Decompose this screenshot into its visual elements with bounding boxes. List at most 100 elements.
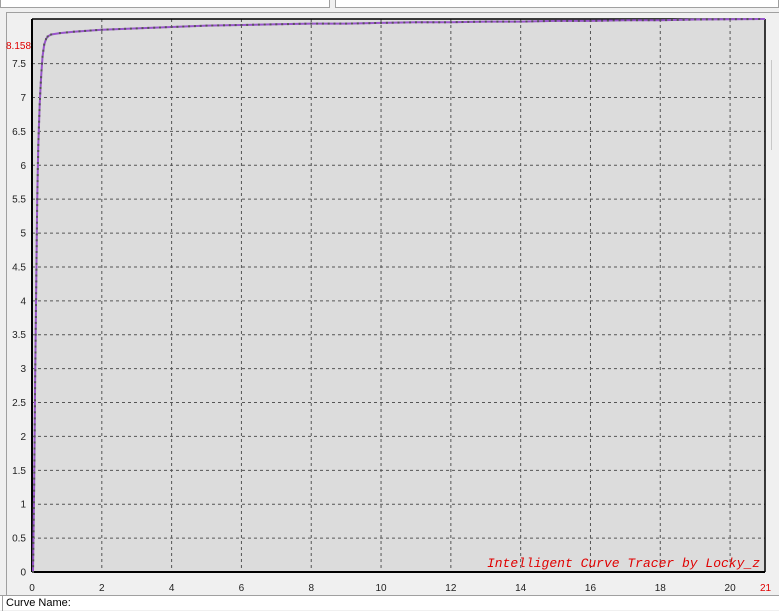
curve-point xyxy=(723,18,726,21)
curve-point xyxy=(37,132,40,135)
curve-point xyxy=(35,251,38,253)
y-tick-label: 1.5 xyxy=(12,466,26,477)
curve-point xyxy=(374,22,377,24)
curve-point xyxy=(36,192,39,195)
curve-point xyxy=(583,19,586,22)
x-tick-label: 6 xyxy=(239,583,245,594)
curve-point xyxy=(641,19,644,22)
curve-point xyxy=(58,32,61,35)
curve-point xyxy=(188,25,191,28)
curve-point xyxy=(32,501,35,504)
curve-point xyxy=(554,19,557,22)
curve-point xyxy=(665,19,668,22)
curve-point xyxy=(34,363,37,366)
curve-point xyxy=(548,20,551,22)
plot-area[interactable] xyxy=(32,19,765,572)
curve-point xyxy=(484,20,487,23)
y-tick-label: 5.5 xyxy=(12,195,26,206)
curve-point xyxy=(112,28,115,31)
curve-point xyxy=(333,22,336,25)
curve-point xyxy=(688,18,691,21)
curve-point xyxy=(327,22,330,25)
curve-point xyxy=(43,43,46,46)
curve-point xyxy=(502,20,505,23)
curve-point xyxy=(78,30,81,33)
curve-point xyxy=(595,19,598,22)
curve-point xyxy=(33,489,36,492)
curve-point xyxy=(694,18,697,21)
status-bar: Curve Name: xyxy=(0,595,779,611)
curve-point xyxy=(711,18,714,21)
x-tick-label: 0 xyxy=(29,583,35,594)
curve-point xyxy=(38,120,41,123)
curve-point xyxy=(368,22,371,25)
x-tick-label: 12 xyxy=(445,583,457,594)
curve-point xyxy=(612,19,615,22)
curve-point xyxy=(420,21,423,24)
curve-point xyxy=(135,27,138,30)
curve-point xyxy=(141,27,144,30)
curve-point xyxy=(601,19,604,22)
curve-point xyxy=(35,245,38,248)
curve-point xyxy=(513,20,516,23)
x-tick-label: 14 xyxy=(515,583,527,594)
curve-point xyxy=(717,18,720,21)
curve-point xyxy=(32,559,35,562)
curve-point xyxy=(34,357,37,360)
y-tick-label: 2 xyxy=(20,432,26,443)
curve-point xyxy=(275,23,278,26)
curve-point xyxy=(39,97,41,100)
curve-point xyxy=(35,268,38,271)
curve-point xyxy=(223,24,225,27)
curve-point xyxy=(35,262,38,265)
curve-point xyxy=(432,21,435,24)
curve-point xyxy=(705,18,708,21)
curve-point xyxy=(35,292,38,295)
curve-point xyxy=(36,180,39,183)
curve-point xyxy=(37,150,40,152)
curve-point xyxy=(752,18,755,21)
curve-point xyxy=(467,20,470,23)
status-separator xyxy=(2,596,3,611)
curve-point xyxy=(316,22,319,25)
curve-point xyxy=(653,19,656,22)
curve-point xyxy=(542,20,545,23)
curve-point xyxy=(630,19,633,22)
curve-point xyxy=(34,351,37,354)
curve-point xyxy=(34,327,37,330)
curve-point xyxy=(351,22,353,25)
y-tick-label: 7 xyxy=(20,93,26,104)
curve-point xyxy=(304,22,307,25)
curve-point xyxy=(34,345,37,348)
curve-point xyxy=(345,22,348,25)
curve-plot[interactable]: 0 2 4 6 8 10 12 14 16 18 20 0 0.5 1 1.5 2 2.5 3 3.5 4 4.5 5 5… xyxy=(0,0,779,595)
curve-point xyxy=(39,81,42,84)
y-tick-labels: 0 0.5 1 1.5 2 2.5 3 3.5 4 4.5 5 5.5 6 6.5 7 7.5 xyxy=(12,59,26,578)
curve-point xyxy=(182,25,185,28)
curve-point xyxy=(257,23,260,26)
curve-point xyxy=(758,18,761,20)
curve-point xyxy=(89,29,92,32)
curve-point xyxy=(37,126,40,129)
x-tick-label: 16 xyxy=(585,583,597,594)
curve-point xyxy=(118,28,121,30)
curve-point xyxy=(33,429,36,432)
curve-point xyxy=(176,25,179,28)
x-tick-label: 20 xyxy=(725,583,737,594)
curve-point xyxy=(33,495,35,498)
curve-point xyxy=(159,26,161,29)
y-tick-label: 3.5 xyxy=(12,330,26,341)
curve-point xyxy=(525,20,528,23)
x-tick-labels: 0 2 4 6 8 10 12 14 16 18 20 xyxy=(29,583,736,594)
curve-point xyxy=(34,399,36,402)
curve-point xyxy=(36,168,39,170)
curve-point xyxy=(409,21,412,24)
curve-point xyxy=(34,333,37,336)
curve-point xyxy=(35,274,38,277)
curve-point xyxy=(531,20,534,23)
y-tick-label: 0 xyxy=(20,568,26,579)
curve-point xyxy=(740,18,743,21)
curve-point xyxy=(490,20,493,23)
curve-point xyxy=(33,411,36,414)
curve-point xyxy=(72,30,75,33)
